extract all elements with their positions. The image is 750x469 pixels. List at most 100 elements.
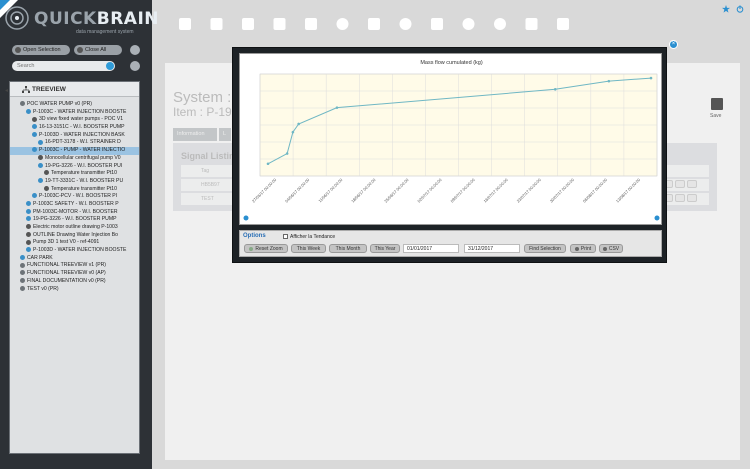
scroll-right-icon[interactable] xyxy=(654,215,660,221)
x-tick-label: 27/05/17 00:00:00 xyxy=(251,177,278,204)
tree-item[interactable]: Electric motor outline drawing P-1003 xyxy=(10,224,139,232)
tree-item[interactable]: 16-13-3151C - W.I. BOOSTER PUMP xyxy=(10,124,139,132)
tab-information[interactable]: Information xyxy=(173,128,217,141)
tree-item[interactable]: 3D view fixed water pumps - POC V1 xyxy=(10,116,139,124)
checkbox-box[interactable] xyxy=(283,234,288,240)
tree-item-label: FUNCTIONAL TREEVIEW v1 (PR) xyxy=(27,262,106,269)
top-toolbar xyxy=(175,14,585,38)
tree-item[interactable]: 19-PG-3226 - W.I. BOOSTER PUI xyxy=(10,163,139,171)
data-point[interactable] xyxy=(297,122,300,126)
tree-item[interactable]: Monocellular centrifugal pump V0 xyxy=(10,155,139,163)
open-selection-label: Open Selection xyxy=(23,47,61,53)
row-chart-button[interactable] xyxy=(675,194,685,202)
star-icon[interactable] xyxy=(722,5,730,13)
x-tick-label: 06/08/17 00:00:00 xyxy=(582,177,609,204)
this-year-button[interactable]: This Year xyxy=(370,244,400,253)
database-settings-icon[interactable] xyxy=(431,18,443,30)
search-input[interactable] xyxy=(12,61,115,71)
date-from-input[interactable]: 01/01/2017 xyxy=(403,244,459,253)
tree-item-label: P-1003C SAFETY - W.I. BOOSTER P xyxy=(33,200,119,207)
tree-item[interactable]: P-1003C-PCV - W.I. BOOSTER PI xyxy=(10,193,139,201)
app-subtitle: data management system xyxy=(76,29,134,35)
tree-item[interactable]: CAR PARK xyxy=(10,255,139,263)
row-delete-button[interactable] xyxy=(687,180,697,188)
reset-zoom-button[interactable]: Reset Zoom xyxy=(244,244,288,253)
close-all-button[interactable]: Close All xyxy=(74,45,122,55)
data-point[interactable] xyxy=(335,106,339,109)
tree-item[interactable]: POC WATER PUMP v0 (PR) xyxy=(10,101,139,109)
tree-item[interactable]: OUTLINE Drawing Water Injection Bo xyxy=(10,232,139,240)
search-go-icon[interactable] xyxy=(106,62,114,70)
tree-item[interactable]: Pump 3D 1 test V0 - ref-4091 xyxy=(10,239,139,247)
gear-cog-icon[interactable] xyxy=(399,18,412,30)
row-chart-button[interactable] xyxy=(675,180,685,188)
tools-icon[interactable] xyxy=(525,18,538,30)
tree-item-label: PM-1003C-MOTOR - W.I. BOOSTER xyxy=(33,208,118,215)
row-delete-button[interactable] xyxy=(687,194,697,202)
treeview-title: TREEVIEW xyxy=(32,86,66,93)
tab-second[interactable]: L xyxy=(219,128,231,141)
home-icon[interactable] xyxy=(179,18,191,30)
tree-item[interactable]: P-1003C - PUMP - WATER INJECTIO xyxy=(10,147,139,155)
refresh-icon[interactable] xyxy=(130,45,140,55)
reset-zoom-label: Reset Zoom xyxy=(255,246,283,252)
save-label[interactable]: Save xyxy=(710,113,721,119)
signal-row-value: TEST xyxy=(201,196,214,202)
print-icon xyxy=(574,246,579,251)
tree-item[interactable]: FUNCTIONAL TREEVIEW v0 (AP) xyxy=(10,270,139,278)
find-selection-button[interactable]: Find Selection xyxy=(524,244,566,253)
this-month-button[interactable]: This Month xyxy=(329,244,367,253)
tree-item[interactable]: FINAL DOCUMENTATION v0 (PR) xyxy=(10,278,139,286)
tree-item[interactable]: 19-PG-3226 - W.I. BOOSTER PUMP xyxy=(10,216,139,224)
tree-item[interactable]: Temperature transmitter Pt10 xyxy=(10,170,139,178)
scroll-left-icon[interactable] xyxy=(243,215,249,221)
line-chart: Mass flow cumulated (kg) 27/05/17 00:00:0… xyxy=(243,60,660,221)
data-point[interactable] xyxy=(649,76,653,80)
tree-item[interactable]: FUNCTIONAL TREEVIEW v1 (PR) xyxy=(10,262,139,270)
settings-icon[interactable] xyxy=(336,18,349,30)
tree-item[interactable]: 16-PDT-3178 - W.I. STRAINER D xyxy=(10,139,139,147)
system-title: System : xyxy=(173,89,232,106)
data-point[interactable] xyxy=(553,88,557,91)
this-week-button[interactable]: This Week xyxy=(291,244,326,253)
tree-item[interactable]: P-1003D - WATER INJECTION BASK xyxy=(10,132,139,140)
data-point[interactable] xyxy=(607,79,611,83)
tree-item[interactable]: Temperature transmitter Pt10 xyxy=(10,186,139,194)
side-tabs: ◂ xyxy=(5,81,18,111)
data-point[interactable] xyxy=(266,162,270,166)
lightbulb-icon[interactable] xyxy=(557,18,569,30)
tree-item-label: TEST v0 (PR) xyxy=(27,285,59,292)
tree-item[interactable]: 19-TT-3331C - W.I. BOOSTER PU xyxy=(10,178,139,186)
print-label: Print xyxy=(580,246,592,252)
data-point[interactable] xyxy=(285,152,289,155)
data-point[interactable] xyxy=(291,130,295,134)
gear-icon xyxy=(26,108,31,114)
timer-icon[interactable] xyxy=(462,18,475,30)
tree-item-label: Electric motor outline drawing P-1003 xyxy=(33,224,118,230)
date-to-input[interactable]: 31/12/2017 xyxy=(464,244,520,253)
documents-icon[interactable] xyxy=(242,18,254,30)
database-icon[interactable] xyxy=(368,18,380,30)
trend-checkbox[interactable]: Afficher la Tendance xyxy=(283,234,335,240)
side-tab-collapse[interactable]: ◂ xyxy=(5,87,8,94)
settings-round-icon[interactable] xyxy=(130,61,140,71)
close-all-label: Close All xyxy=(85,47,107,53)
cube-icon[interactable] xyxy=(273,18,286,30)
tree-item[interactable]: PM-1003C-MOTOR - W.I. BOOSTER xyxy=(10,209,139,217)
tree-item[interactable]: TEST v0 (PR) xyxy=(10,286,139,294)
tree-item[interactable]: P-1003C - WATER INJECTION BOOSTE xyxy=(10,109,139,117)
treeview-panel: TREEVIEW POC WATER PUMP v0 (PR) P-1003C -… xyxy=(9,81,140,454)
tree-item[interactable]: P-1003D - WATER INJECTION BOOSTE xyxy=(10,247,139,255)
open-selection-button[interactable]: Open Selection xyxy=(12,45,70,55)
signal-col-tag: Tag xyxy=(201,168,210,174)
document-icon xyxy=(26,231,31,237)
csv-button[interactable]: CSV xyxy=(599,244,623,253)
folder-icon[interactable] xyxy=(305,18,317,30)
pie-icon[interactable] xyxy=(494,18,506,30)
bolt-icon[interactable] xyxy=(210,18,223,30)
tree-item[interactable]: P-1003C SAFETY - W.I. BOOSTER P xyxy=(10,201,139,209)
close-modal-icon[interactable]: × xyxy=(669,40,678,49)
print-button[interactable]: Print xyxy=(570,244,596,253)
save-icon[interactable] xyxy=(711,98,723,110)
power-icon[interactable] xyxy=(736,5,744,13)
